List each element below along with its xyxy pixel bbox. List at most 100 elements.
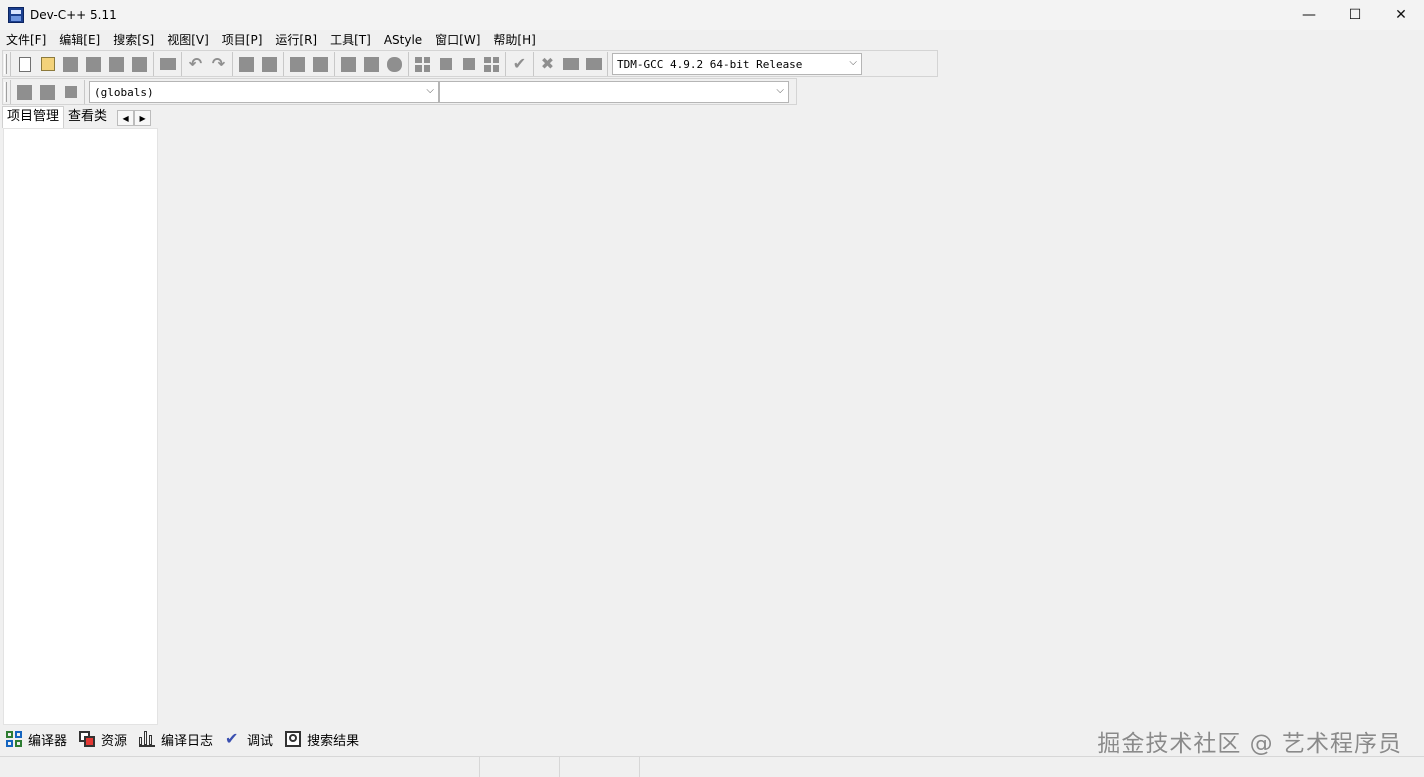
remove-from-project-button[interactable] (360, 53, 383, 75)
menu-file[interactable]: 文件[F] (0, 30, 53, 50)
undo-button[interactable]: ↶ (184, 53, 207, 75)
tab-compile-log[interactable]: 编译日志 (133, 727, 219, 751)
goto-bookmark-button[interactable] (59, 81, 82, 103)
debug-toolbar-group: ✖ (533, 52, 607, 76)
delete-profile-icon (585, 58, 602, 70)
tab-class-browser[interactable]: 查看类 (64, 107, 112, 128)
menu-edit[interactable]: 编辑[E] (53, 30, 107, 50)
project-options-button[interactable] (383, 53, 406, 75)
close-all-button[interactable] (128, 53, 151, 75)
profile-button[interactable] (559, 53, 582, 75)
bookmark-icon (40, 84, 55, 100)
menu-search[interactable]: 搜索[S] (107, 30, 161, 50)
rebuild-all-button[interactable] (480, 53, 503, 75)
title-bar: Dev-C++ 5.11 — ☐ ✕ (0, 0, 1424, 30)
close-file-button[interactable] (105, 53, 128, 75)
maximize-button[interactable]: ☐ (1332, 0, 1378, 30)
compile-button[interactable] (411, 53, 434, 75)
print-button[interactable] (156, 53, 179, 75)
find-button[interactable] (235, 53, 258, 75)
goto-function-icon (313, 56, 328, 72)
tab-debug-label: 调试 (247, 733, 274, 749)
menu-project[interactable]: 项目[P] (216, 30, 270, 50)
add-to-project-button[interactable] (337, 53, 360, 75)
profile-icon (562, 58, 579, 70)
search-toolbar-group (232, 52, 283, 76)
navigate-toolbar-group (283, 52, 334, 76)
toggle-bookmark-button[interactable] (36, 81, 59, 103)
replace-icon (262, 56, 277, 72)
replace-button[interactable] (258, 53, 281, 75)
menu-execute[interactable]: 运行[R] (269, 30, 324, 50)
insert-icon (17, 84, 32, 100)
open-file-button[interactable] (36, 53, 59, 75)
chevron-down-icon: ⌵ (776, 85, 784, 96)
goto-line-icon (290, 56, 305, 72)
compiler-grid-icon (6, 731, 22, 747)
save-button[interactable] (59, 53, 82, 75)
member-select[interactable]: ⌵ (439, 81, 789, 103)
window-controls: — ☐ ✕ (1286, 0, 1424, 30)
window-title: Dev-C++ 5.11 (30, 8, 117, 22)
watermark-text: 掘金技术社区 @ 艺术程序员 (1097, 731, 1402, 757)
scroll-right-button[interactable]: ▶ (134, 110, 152, 126)
save-all-button[interactable] (82, 53, 105, 75)
tab-compile-log-label: 编译日志 (161, 733, 214, 749)
insert-button[interactable] (13, 81, 36, 103)
main-toolbar: ↶ ↷ ✔ ✖ TDM-GCC 4.9.2 64-bit Release ⌵ (0, 51, 864, 77)
syntax-check-button[interactable]: ✔ (508, 53, 531, 75)
class-toolbar: (globals) ⌵ ⌵ (0, 79, 791, 105)
run-button[interactable] (434, 53, 457, 75)
close-file-icon (109, 56, 124, 72)
chevron-down-icon: ⌵ (849, 57, 857, 68)
stop-icon: ✖ (540, 54, 555, 73)
class-nav-group (10, 80, 84, 104)
delete-profile-button[interactable] (582, 53, 605, 75)
bar-chart-icon (139, 731, 156, 747)
save-all-icon (86, 56, 101, 72)
compiler-select[interactable]: TDM-GCC 4.9.2 64-bit Release ⌵ (612, 53, 862, 75)
print-toolbar-group (153, 52, 181, 76)
close-button[interactable]: ✕ (1378, 0, 1424, 30)
goto-line-button[interactable] (286, 53, 309, 75)
compiler-toolbar-group: TDM-GCC 4.9.2 64-bit Release ⌵ (607, 52, 864, 76)
save-icon (63, 56, 78, 72)
left-panel-tabs: 项目管理 查看类 ◀ ▶ (2, 106, 152, 128)
tab-debug[interactable]: ✔ 调试 (219, 727, 279, 751)
compile-icon (415, 56, 430, 72)
menu-tools[interactable]: 工具[T] (324, 30, 378, 50)
tab-resources[interactable]: 资源 (73, 727, 133, 751)
toolbar-grip[interactable] (4, 82, 7, 102)
minimize-button[interactable]: — (1286, 0, 1332, 30)
devcpp-app-icon[interactable] (8, 7, 24, 23)
close-all-icon (132, 56, 147, 72)
status-bar (0, 756, 1424, 777)
status-cell-insert (480, 757, 560, 777)
menu-view[interactable]: 视图[V] (161, 30, 216, 50)
project-toolbar-group (334, 52, 408, 76)
menu-astyle[interactable]: AStyle (378, 30, 429, 50)
checkmark-icon: ✔ (225, 729, 239, 748)
open-file-icon (40, 57, 55, 71)
toolbar-grip[interactable] (4, 54, 7, 74)
check-toolbar-group: ✔ (505, 52, 533, 76)
stop-execution-button[interactable]: ✖ (536, 53, 559, 75)
scope-select[interactable]: (globals) ⌵ (89, 81, 439, 103)
rebuild-all-icon (484, 56, 499, 72)
tab-compiler-label: 编译器 (28, 733, 68, 749)
goto-function-button[interactable] (309, 53, 332, 75)
redo-button[interactable]: ↷ (207, 53, 230, 75)
new-file-button[interactable] (13, 53, 36, 75)
tab-project-manager[interactable]: 项目管理 (2, 106, 65, 128)
status-cell-position (0, 757, 480, 777)
menu-bar: 文件[F] 编辑[E] 搜索[S] 视图[V] 项目[P] 运行[R] 工具[T… (0, 30, 1424, 50)
compile-run-button[interactable] (457, 53, 480, 75)
tab-search-results[interactable]: 搜索结果 (279, 727, 365, 751)
status-cell-message (640, 757, 1424, 777)
project-tree-panel[interactable] (3, 128, 158, 725)
menu-help[interactable]: 帮助[H] (487, 30, 542, 50)
menu-window[interactable]: 窗口[W] (429, 30, 487, 50)
scroll-left-button[interactable]: ◀ (117, 110, 135, 126)
new-file-icon (18, 56, 31, 72)
tab-compiler[interactable]: 编译器 (0, 727, 73, 751)
